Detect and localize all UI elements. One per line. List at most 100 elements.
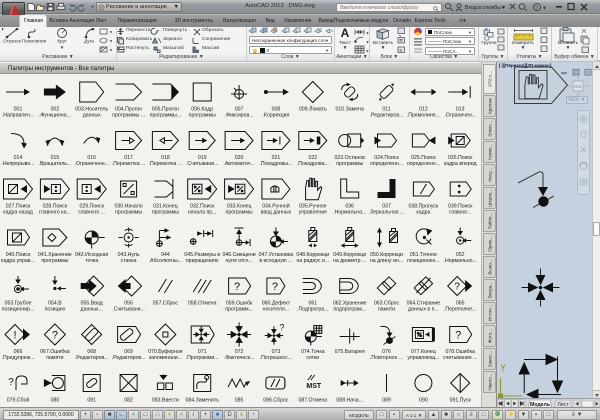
svg-text:запоминани...: запоминани... <box>149 355 182 361</box>
svg-text:.Зеркальная ...: .Зеркальная ... <box>369 210 405 216</box>
svg-text:программы: программы <box>41 258 68 264</box>
svg-text:Отрезок: Отрезок <box>3 39 22 44</box>
svg-text:на радиус и...: на радиус и... <box>296 258 329 264</box>
svg-text:087.Отмена: 087.Отмена <box>298 398 327 404</box>
svg-text:085: 085 <box>235 398 244 404</box>
svg-text:приращениях: приращениях <box>186 258 219 264</box>
svg-text:.Программи...: .Программи... <box>186 355 219 361</box>
svg-text:программы: программы <box>336 161 363 167</box>
svg-text:управляющ...: управляющ... <box>407 355 439 361</box>
svg-text:позицию: позицию <box>45 307 66 313</box>
svg-text:.Редактиров...: .Редактиров... <box>75 355 109 361</box>
svg-text:Б: Б <box>400 48 403 53</box>
svg-text:▼: ▼ <box>109 39 113 44</box>
svg-text:программы: программы <box>152 210 179 216</box>
svg-text:▼: ▼ <box>366 31 370 36</box>
svg-text:?: ? <box>234 281 240 293</box>
svg-text:?: ? <box>8 377 14 388</box>
svg-text:?: ? <box>454 282 460 293</box>
svg-text:кадра управ...: кадра управ... <box>1 258 35 264</box>
svg-text:▼: ▼ <box>109 30 113 35</box>
svg-text:.Перемотка ...: .Перемотка ... <box>112 161 146 167</box>
svg-text:034.Ручной: 034.Ручной <box>262 203 290 210</box>
svg-text:главного ...: главного ... <box>78 210 105 216</box>
svg-text:кадра вперед: кадра вперед <box>444 161 477 167</box>
svg-text:.Покадровы...: .Покадровы... <box>259 161 292 167</box>
svg-text:позиционен...: позиционен... <box>407 258 440 264</box>
svg-text:091.Пуск: 091.Пуск <box>450 398 472 404</box>
svg-text:.Ограничен...: .Ограничен... <box>444 113 476 119</box>
svg-text:.Погрешнос...: .Погрешнос... <box>260 355 293 361</box>
svg-text:главного ка...: главного ка... <box>39 210 71 216</box>
svg-text:.Направлен...: .Направлен... <box>2 113 34 119</box>
svg-text:.Считывани...: .Считывани... <box>186 161 219 167</box>
svg-text:080: 080 <box>51 398 60 404</box>
svg-text:.Переполне...: .Переполне... <box>444 307 477 313</box>
svg-text:057.Сброс: 057.Сброс <box>153 301 179 307</box>
svg-text:определенн...: определенн... <box>407 161 440 167</box>
svg-text:памяти: памяти <box>46 355 63 361</box>
svg-text:079.Сбой: 079.Сбой <box>7 397 30 404</box>
svg-text:Круг: Круг <box>57 39 67 44</box>
svg-text:?: ? <box>272 281 278 293</box>
svg-text:.Считывани...: .Считывани... <box>112 307 145 313</box>
svg-text:.Покадрова...: .Покадрова... <box>297 161 329 167</box>
svg-text:сетки: сетки <box>306 355 319 361</box>
svg-text:программ...: программ... <box>225 307 253 313</box>
svg-text:086.Сброс: 086.Сброс <box>263 398 289 404</box>
svg-text:программы ...: программы ... <box>112 113 145 119</box>
svg-text:.Вращатель...: .Вращатель... <box>39 161 72 167</box>
svg-text:▼: ▼ <box>366 49 370 54</box>
svg-text:программы...: программы... <box>150 113 181 119</box>
svg-text:кадра: кадра <box>416 210 430 216</box>
svg-text:.Подпрогра...: .Подпрогра... <box>297 307 329 313</box>
svg-text:.Автоматич...: .Автоматич... <box>223 161 254 167</box>
svg-text:определенн...: определенн... <box>370 161 403 167</box>
svg-text:носителя...: носителя... <box>263 307 289 313</box>
svg-text:.Нормальна...: .Нормальна... <box>333 210 366 216</box>
svg-text:▼: ▼ <box>366 40 370 45</box>
svg-text:.Редактиров...: .Редактиров... <box>370 113 404 119</box>
svg-text:.Перемотка ...: .Перемотка ... <box>149 161 183 167</box>
svg-text:.Фиксиров...: .Фиксиров... <box>225 113 254 119</box>
svg-text:.Функциона...: .Функциона... <box>39 113 71 119</box>
svg-text:089: 089 <box>382 398 391 404</box>
svg-text:?: ? <box>52 330 58 342</box>
svg-text:081: 081 <box>87 398 96 404</box>
svg-text:начала пр...: начала пр... <box>188 210 217 216</box>
svg-text:▼: ▼ <box>501 5 506 11</box>
svg-text:на диаметр ...: на диаметр ... <box>333 258 366 264</box>
svg-text:позиционир...: позиционир... <box>2 307 35 313</box>
svg-text:009.Ломать: 009.Ломать <box>299 107 327 113</box>
svg-text:088.Нача...: 088.Нача... <box>336 398 363 404</box>
svg-text:.Непрерывн...: .Непрерывн... <box>1 161 34 167</box>
svg-text:.Абсолютны...: .Абсолютны... <box>149 258 182 264</box>
svg-text:?: ? <box>455 330 461 342</box>
svg-text:нуля отсч...: нуля отсч... <box>225 258 252 264</box>
svg-text:082: 082 <box>124 398 133 404</box>
svg-text:программы: программы <box>189 113 216 119</box>
svg-text:075.Батарея: 075.Батарея <box>335 349 365 355</box>
svg-text:▼: ▼ <box>542 6 547 12</box>
svg-text:.Прямолине...: .Прямолине... <box>407 113 440 119</box>
svg-text:MST: MST <box>306 383 322 390</box>
svg-text:.Ограниченн...: .Ограниченн... <box>74 161 109 167</box>
svg-text:главног...: главног... <box>449 210 471 216</box>
svg-text:083.Ввести: 083.Ввести <box>152 398 179 404</box>
svg-text:.Предупреж...: .Предупреж... <box>2 355 35 361</box>
svg-text:058.Отмена: 058.Отмена <box>188 301 217 307</box>
svg-text:.Фактическ...: .Фактическ... <box>224 355 255 361</box>
svg-text:Вход в службы: Вход в службы <box>465 5 501 11</box>
svg-text:программы: программы <box>115 210 142 216</box>
svg-text:кадра назад: кадра назад <box>3 210 33 216</box>
svg-text:.Коррекция: .Коррекция <box>262 113 289 119</box>
svg-text:Дуга: Дуга <box>84 39 94 44</box>
svg-text:ввод данных: ввод данных <box>261 210 292 216</box>
svg-text:?: ? <box>279 323 284 333</box>
svg-text:на длину ин...: на длину ин... <box>370 258 403 264</box>
svg-text:.Нормально...: .Нормально... <box>444 258 477 264</box>
svg-text:!: ! <box>13 330 16 342</box>
svg-text:данных в п...: данных в п... <box>408 307 439 313</box>
svg-text:?: ? <box>535 5 538 11</box>
svg-text:Полилиния: Полилиния <box>22 39 47 44</box>
